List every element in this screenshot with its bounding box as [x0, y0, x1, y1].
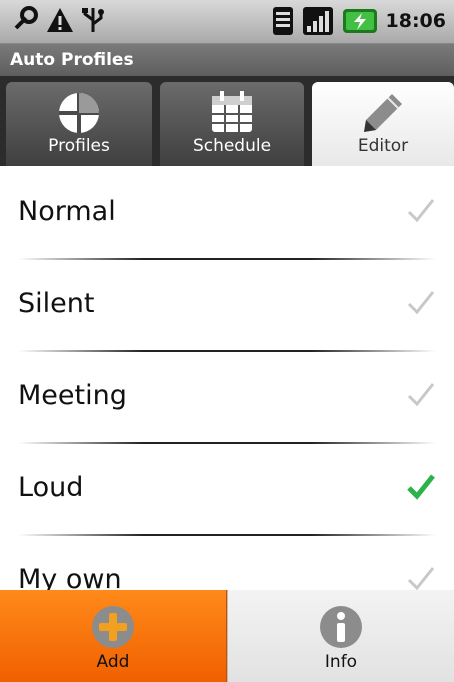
profile-name: Meeting	[18, 380, 127, 411]
status-bar-right: 18:06	[272, 6, 446, 36]
check-icon-active[interactable]	[406, 472, 436, 502]
warning-icon	[47, 8, 73, 32]
info-button[interactable]: Info	[227, 590, 454, 682]
app-title: Auto Profiles	[0, 44, 454, 76]
tools-icon	[14, 6, 38, 30]
bottom-bar: Add Info	[0, 590, 454, 682]
wifi-icon	[272, 7, 293, 35]
pencil-icon	[364, 94, 402, 132]
profile-name: Loud	[18, 472, 84, 503]
list-item[interactable]: Normal	[0, 166, 454, 258]
profile-name: Normal	[18, 196, 116, 227]
check-icon[interactable]	[406, 564, 436, 590]
check-icon[interactable]	[406, 196, 436, 226]
tab-editor-label: Editor	[357, 136, 409, 156]
check-icon[interactable]	[406, 380, 436, 410]
plus-icon	[92, 606, 134, 648]
add-button-label: Add	[96, 652, 130, 672]
tab-editor[interactable]: Editor	[312, 82, 454, 166]
profile-list: Normal Silent Meeting Loud My own	[0, 166, 454, 590]
calendar-icon	[212, 91, 252, 132]
list-item[interactable]: Silent	[0, 258, 454, 350]
clock: 18:06	[385, 10, 446, 32]
usb-icon	[82, 8, 104, 32]
check-icon[interactable]	[406, 288, 436, 318]
tab-profiles[interactable]: Profiles	[6, 82, 152, 166]
info-icon	[320, 606, 362, 648]
tab-schedule-label: Schedule	[192, 136, 272, 156]
tab-bar: Profiles Schedule Editor	[0, 76, 454, 166]
list-item[interactable]: Meeting	[0, 350, 454, 442]
battery-charging-icon	[342, 9, 377, 33]
profile-name: Silent	[18, 288, 95, 319]
list-item[interactable]: Loud	[0, 442, 454, 534]
signal-icon	[302, 7, 333, 35]
pie-chart-icon	[59, 93, 99, 133]
status-bar: 18:06	[0, 0, 454, 44]
profile-name: My own	[18, 564, 122, 590]
list-item[interactable]: My own	[0, 534, 454, 590]
tab-schedule[interactable]: Schedule	[160, 82, 304, 166]
tab-profiles-label: Profiles	[48, 136, 110, 156]
add-button[interactable]: Add	[0, 590, 227, 682]
status-bar-left	[12, 6, 106, 34]
info-button-label: Info	[324, 652, 358, 672]
